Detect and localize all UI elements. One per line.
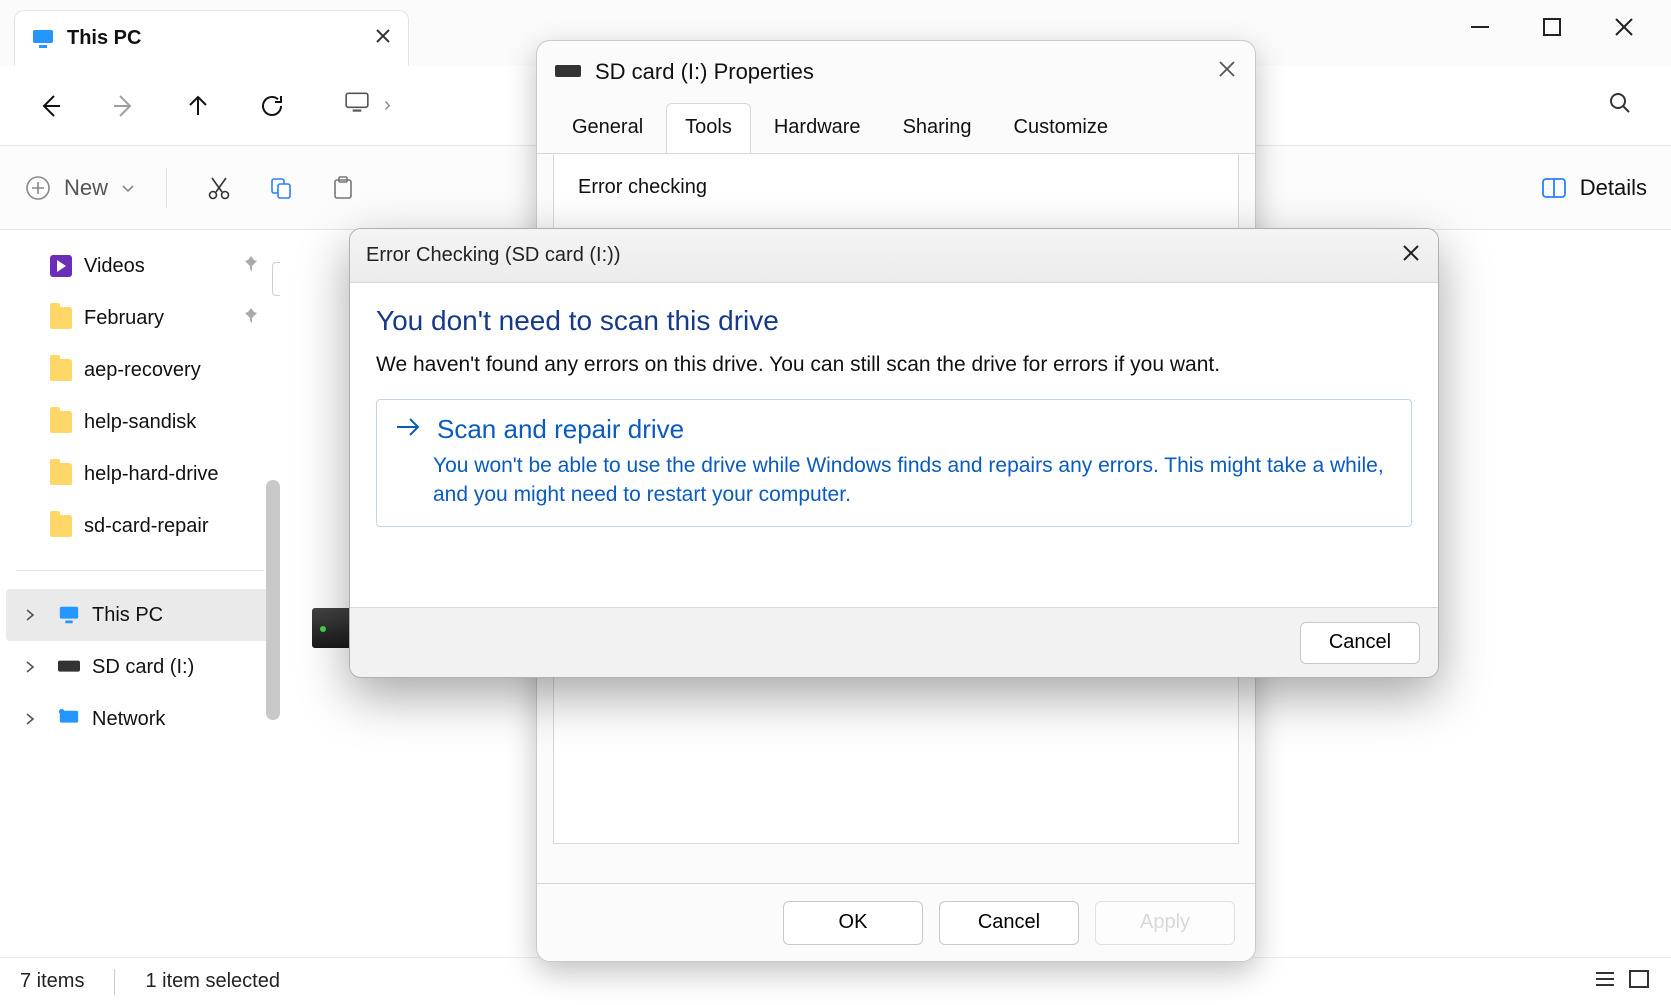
folder-icon <box>50 515 72 537</box>
folder-icon <box>50 359 72 381</box>
network-icon <box>58 708 80 730</box>
sidebar-item-videos[interactable]: Videos <box>6 240 274 292</box>
sidebar-item-help-hard-drive[interactable]: help-hard-drive <box>6 448 274 500</box>
status-bar: 7 items 1 item selected <box>0 957 1671 1005</box>
window-controls <box>1467 0 1671 40</box>
error-checking-titlebar[interactable]: Error Checking (SD card (I:)) <box>350 229 1438 283</box>
this-pc-crumb-icon <box>344 90 370 121</box>
tab-tools[interactable]: Tools <box>666 103 751 153</box>
arrow-right-icon <box>395 416 421 443</box>
scan-and-repair-button[interactable]: Scan and repair drive You won't be able … <box>376 399 1412 527</box>
drive-icon <box>58 656 80 678</box>
view-grid-icon[interactable] <box>1627 967 1651 997</box>
properties-tabs: General Tools Hardware Sharing Customize <box>537 103 1255 154</box>
error-checking-footer: Cancel <box>350 607 1438 677</box>
sidebar-item-label: help-sandisk <box>84 411 196 434</box>
new-label: New <box>64 175 108 201</box>
properties-close-icon[interactable] <box>1217 59 1237 85</box>
properties-title-text: SD card (I:) Properties <box>595 59 814 85</box>
status-divider <box>114 969 115 995</box>
properties-apply-button[interactable]: Apply <box>1095 901 1235 945</box>
error-checking-description: We haven't found any errors on this driv… <box>376 353 1412 377</box>
sidebar-tree-sd-card[interactable]: SD card (I:) <box>6 641 274 693</box>
details-label: Details <box>1580 175 1647 201</box>
error-checking-close-icon[interactable] <box>1400 242 1422 270</box>
sidebar-item-label: aep-recovery <box>84 359 201 382</box>
properties-titlebar[interactable]: SD card (I:) Properties <box>537 41 1255 103</box>
status-selected: 1 item selected <box>145 970 280 993</box>
details-button[interactable]: Details <box>1540 174 1647 202</box>
sidebar-tree-this-pc[interactable]: This PC <box>6 589 274 641</box>
search-icon[interactable] <box>1607 90 1653 121</box>
sidebar-scrollbar[interactable] <box>266 480 280 720</box>
status-item-count: 7 items <box>20 970 84 993</box>
back-button[interactable] <box>18 76 82 136</box>
pin-icon <box>242 254 260 278</box>
sidebar-item-label: Videos <box>84 255 145 278</box>
window-tab[interactable]: This PC <box>14 10 409 66</box>
drive-icon <box>555 59 581 85</box>
properties-footer: OK Cancel Apply <box>537 883 1255 961</box>
chevron-right-icon[interactable] <box>20 712 40 726</box>
group-error-checking: Error checking <box>578 176 1214 199</box>
pin-icon <box>242 306 260 330</box>
forward-button[interactable] <box>92 76 156 136</box>
sidebar-item-aep-recovery[interactable]: aep-recovery <box>6 344 274 396</box>
tab-sharing[interactable]: Sharing <box>884 103 991 153</box>
tab-general[interactable]: General <box>553 103 662 153</box>
sidebar-item-label: sd-card-repair <box>84 515 208 538</box>
tab-customize[interactable]: Customize <box>995 103 1127 153</box>
folder-icon <box>50 411 72 433</box>
scan-and-repair-heading: Scan and repair drive <box>437 414 684 445</box>
close-tab-icon[interactable] <box>374 27 392 50</box>
sidebar: Videos February aep-recovery help-sandis… <box>0 230 280 957</box>
properties-ok-button[interactable]: OK <box>783 901 923 945</box>
sidebar-item-help-sandisk[interactable]: help-sandisk <box>6 396 274 448</box>
sidebar-item-february[interactable]: February <box>6 292 274 344</box>
this-pc-icon <box>31 27 55 51</box>
new-button[interactable]: New <box>24 174 136 202</box>
chevron-right-icon[interactable] <box>20 660 40 674</box>
tab-label: This PC <box>67 27 362 50</box>
refresh-button[interactable] <box>240 76 304 136</box>
chevron-right-icon[interactable] <box>20 608 40 622</box>
this-pc-icon <box>58 604 80 626</box>
error-checking-title-text: Error Checking (SD card (I:)) <box>366 244 621 267</box>
error-checking-cancel-button[interactable]: Cancel <box>1300 622 1420 664</box>
window-close-icon[interactable] <box>1611 14 1637 40</box>
properties-cancel-button[interactable]: Cancel <box>939 901 1079 945</box>
sidebar-item-label: help-hard-drive <box>84 463 219 486</box>
tab-hardware[interactable]: Hardware <box>755 103 880 153</box>
up-button[interactable] <box>166 76 230 136</box>
scan-and-repair-description: You won't be able to use the drive while… <box>433 451 1393 510</box>
chevron-right-icon[interactable]: › <box>380 94 395 117</box>
copy-icon[interactable] <box>259 166 303 210</box>
sidebar-item-label: SD card (I:) <box>92 656 194 679</box>
minimize-icon[interactable] <box>1467 14 1493 40</box>
sidebar-item-label: This PC <box>92 604 163 627</box>
sidebar-item-label: February <box>84 307 164 330</box>
folder-icon <box>50 463 72 485</box>
video-folder-icon <box>50 255 72 277</box>
view-list-icon[interactable] <box>1593 967 1617 997</box>
sidebar-item-label: Network <box>92 708 165 731</box>
error-checking-body: You don't need to scan this drive We hav… <box>350 283 1438 527</box>
error-checking-heading: You don't need to scan this drive <box>376 305 1412 337</box>
cut-icon[interactable] <box>197 166 241 210</box>
error-checking-dialog: Error Checking (SD card (I:)) You don't … <box>349 228 1439 678</box>
sidebar-separator <box>16 570 264 571</box>
sidebar-item-sd-card-repair[interactable]: sd-card-repair <box>6 500 274 552</box>
paste-icon[interactable] <box>321 166 365 210</box>
maximize-icon[interactable] <box>1539 14 1565 40</box>
sidebar-tree-network[interactable]: Network <box>6 693 274 745</box>
toolbar-divider <box>166 168 167 208</box>
folder-icon <box>50 307 72 329</box>
